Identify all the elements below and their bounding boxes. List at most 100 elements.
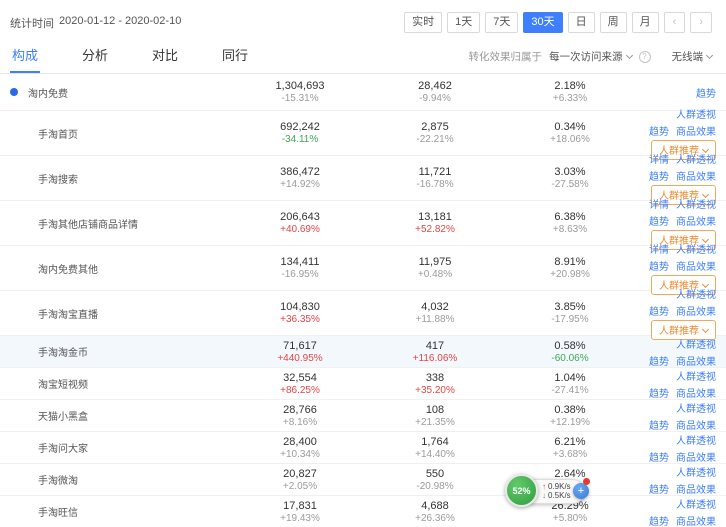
action-link-人群透视[interactable]: 人群透视 (676, 368, 716, 383)
action-link-商品效果[interactable]: 商品效果 (676, 385, 716, 400)
attribution-value: 每一次访问来源 (549, 51, 623, 63)
action-link-商品效果[interactable]: 商品效果 (676, 513, 716, 527)
metric-cell: 1,304,693-15.31% (230, 80, 370, 104)
action-link-人群透视[interactable]: 人群透视 (676, 336, 716, 351)
attribution-dropdown[interactable]: 每一次访问来源 (549, 49, 632, 64)
metric-cell: 417+116.06% (370, 340, 500, 364)
channel-cell: 手淘搜索 (0, 171, 230, 186)
topbar: 统计时间 2020-01-12 - 2020-02-10 实时1天7天30天日周… (0, 0, 726, 40)
action-link-趋势[interactable]: 趋势 (649, 168, 669, 183)
action-link-详情[interactable]: 详情 (649, 196, 669, 211)
action-link-趋势[interactable]: 趋势 (649, 385, 669, 400)
action-link-趋势[interactable]: 趋势 (649, 513, 669, 527)
action-link-趋势[interactable]: 趋势 (649, 353, 669, 368)
plus-icon[interactable]: + (573, 483, 589, 499)
action-link-商品效果[interactable]: 商品效果 (676, 123, 716, 138)
metric-cell: 4,688+26.36% (370, 500, 500, 524)
table-row[interactable]: 淘内免费1,304,693-15.31%28,462-9.94%2.18%+6.… (0, 74, 726, 111)
upload-arrow-icon: ↑ (542, 483, 546, 491)
action-link-人群透视[interactable]: 人群透视 (676, 106, 716, 121)
percent-badge[interactable]: 52% (505, 474, 538, 507)
action-link-商品效果[interactable]: 商品效果 (676, 449, 716, 464)
metric-value: 0.38% (500, 404, 640, 416)
info-icon[interactable]: ? (639, 51, 651, 63)
action-link-人群透视[interactable]: 人群透视 (676, 464, 716, 479)
tab-分析[interactable]: 分析 (80, 40, 110, 73)
action-link-趋势[interactable]: 趋势 (649, 303, 669, 318)
action-link-商品效果[interactable]: 商品效果 (676, 481, 716, 496)
chevron-right-icon[interactable]: › (690, 12, 712, 33)
action-link-商品效果[interactable]: 商品效果 (676, 417, 716, 432)
device-dropdown[interactable]: 无线端 (672, 49, 713, 64)
action-link-详情[interactable]: 详情 (649, 151, 669, 166)
action-link-人群透视[interactable]: 人群透视 (676, 496, 716, 511)
table-row[interactable]: 淘宝短视频32,554+86.25%338+35.20%1.04%-27.41%… (0, 368, 726, 400)
range-button-1天[interactable]: 1天 (447, 12, 480, 33)
table-row[interactable]: 手淘旺信17,831+19.43%4,688+26.36%26.29%+5.80… (0, 496, 726, 527)
metric-value: 550 (370, 468, 500, 480)
metric-cell: 71,617+440.95% (230, 340, 370, 364)
action-link-人群透视[interactable]: 人群透视 (676, 241, 716, 256)
channel-cell: 手淘问大家 (0, 440, 230, 455)
metric-change: +6.33% (500, 93, 640, 104)
metric-cell: 1.04%-27.41% (500, 372, 640, 396)
action-link-趋势[interactable]: 趋势 (649, 258, 669, 273)
tab-同行[interactable]: 同行 (220, 40, 250, 73)
channel-cell: 天猫小黑盒 (0, 408, 230, 423)
table-row[interactable]: 手淘其他店铺商品详情206,643+40.69%13,181+52.82%6.3… (0, 201, 726, 246)
range-button-30天[interactable]: 30天 (523, 12, 562, 33)
metric-change: -17.95% (500, 314, 640, 325)
action-link-趋势[interactable]: 趋势 (649, 123, 669, 138)
action-link-人群透视[interactable]: 人群透视 (676, 432, 716, 447)
table-row[interactable]: 天猫小黑盒28,766+8.16%108+21.35%0.38%+12.19%人… (0, 400, 726, 432)
table-row[interactable]: 手淘搜索386,472+14.92%11,721-16.78%3.03%-27.… (0, 156, 726, 201)
metric-change: +18.06% (500, 134, 640, 145)
range-button-实时[interactable]: 实时 (404, 12, 442, 33)
actions-cell: 人群透视趋势商品效果 (640, 432, 726, 464)
table-row[interactable]: 手淘问大家28,400+10.34%1,764+14.40%6.21%+3.68… (0, 432, 726, 464)
table-row[interactable]: 手淘淘金币71,617+440.95%417+116.06%0.58%-60.0… (0, 336, 726, 368)
metric-change: +8.63% (500, 224, 640, 235)
tab-对比[interactable]: 对比 (150, 40, 180, 73)
range-button-月[interactable]: 月 (632, 12, 659, 33)
metric-cell: 6.38%+8.63% (500, 211, 640, 235)
action-link-商品效果[interactable]: 商品效果 (676, 353, 716, 368)
channel-name: 天猫小黑盒 (38, 408, 88, 423)
metric-value: 386,472 (230, 166, 370, 178)
range-button-7天[interactable]: 7天 (485, 12, 518, 33)
action-link-商品效果[interactable]: 商品效果 (676, 258, 716, 273)
channel-cell: 手淘淘宝直播 (0, 306, 230, 321)
metric-cell: 108+21.35% (370, 404, 500, 428)
action-link-趋势[interactable]: 趋势 (649, 417, 669, 432)
range-button-group: 实时1天7天30天日周月 ‹ › (404, 12, 712, 33)
speed-monitor-widget[interactable]: ↑ 0.9K/s ↓ 0.5K/s 52% + (505, 472, 595, 510)
action-link-商品效果[interactable]: 商品效果 (676, 303, 716, 318)
action-link-趋势[interactable]: 趋势 (649, 449, 669, 464)
chevron-left-icon[interactable]: ‹ (664, 12, 686, 33)
action-link-人群透视[interactable]: 人群透视 (676, 151, 716, 166)
action-link-商品效果[interactable]: 商品效果 (676, 168, 716, 183)
upload-speed-value: 0.9K/s (548, 483, 571, 491)
table-row[interactable]: 手淘淘宝直播104,830+36.35%4,032+11.88%3.85%-17… (0, 291, 726, 336)
metric-value: 32,554 (230, 372, 370, 384)
channel-name: 手淘搜索 (38, 171, 78, 186)
table-row[interactable]: 淘内免费其他134,411-16.95%11,975+0.48%8.91%+20… (0, 246, 726, 291)
action-link-人群透视[interactable]: 人群透视 (676, 400, 716, 415)
channel-name: 手淘其他店铺商品详情 (38, 216, 138, 231)
metric-cell: 4,032+11.88% (370, 301, 500, 325)
action-link-人群透视[interactable]: 人群透视 (676, 286, 716, 301)
action-link-商品效果[interactable]: 商品效果 (676, 213, 716, 228)
action-link-人群透视[interactable]: 人群透视 (676, 196, 716, 211)
range-button-日[interactable]: 日 (568, 12, 595, 33)
traffic-table: 淘内免费1,304,693-15.31%28,462-9.94%2.18%+6.… (0, 74, 726, 527)
action-link-趋势[interactable]: 趋势 (649, 213, 669, 228)
table-row[interactable]: 手淘首页692,242-34.11%2,875-22.21%0.34%+18.0… (0, 111, 726, 156)
metric-value: 104,830 (230, 301, 370, 313)
action-link-趋势[interactable]: 趋势 (696, 85, 716, 100)
action-link-趋势[interactable]: 趋势 (649, 481, 669, 496)
range-button-周[interactable]: 周 (600, 12, 627, 33)
table-row[interactable]: 手淘微淘20,827+2.05%550-20.98%2.64%人群透视趋势商品效… (0, 464, 726, 496)
action-link-详情[interactable]: 详情 (649, 241, 669, 256)
tab-构成[interactable]: 构成 (10, 40, 40, 73)
channel-cell: 淘宝短视频 (0, 376, 230, 391)
